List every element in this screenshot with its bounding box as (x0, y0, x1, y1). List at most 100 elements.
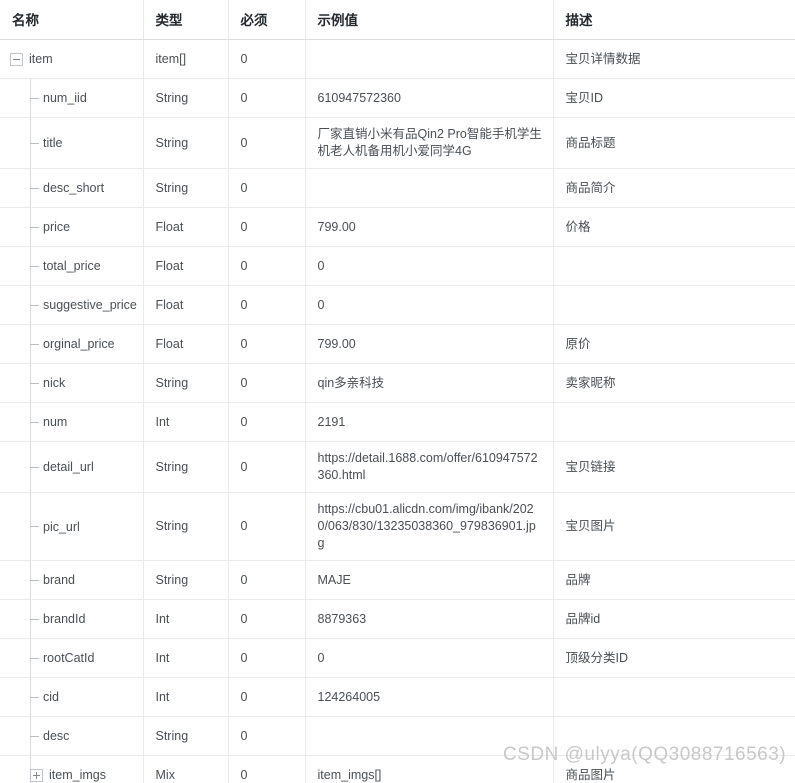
cell-description: 顶级分类ID (553, 638, 795, 678)
cell-example: 0 (305, 285, 554, 325)
cell-description-text: 品牌id (565, 611, 601, 626)
table-row[interactable]: orginal_price Float 0 799.00 原价 (0, 324, 795, 364)
cell-required: 0 (228, 39, 306, 79)
cell-description-text: 顶级分类ID (565, 650, 629, 665)
cell-required: 0 (228, 677, 306, 717)
cell-type-text: Float (155, 336, 184, 351)
cell-name: orginal_price (0, 324, 144, 364)
table-row[interactable]: brandId Int 0 8879363 品牌id (0, 599, 795, 639)
table-row[interactable]: price Float 0 799.00 价格 (0, 207, 795, 247)
cell-example-text: 799.00 (317, 336, 356, 351)
table-row[interactable]: rootCatId Int 0 0 顶级分类ID (0, 638, 795, 678)
cell-description-text: 商品简介 (565, 180, 616, 195)
cell-type-text: Int (155, 414, 170, 429)
cell-type: String (143, 441, 229, 493)
cell-required: 0 (228, 207, 306, 247)
table-row[interactable]: nick String 0 qin多亲科技 卖家昵称 (0, 363, 795, 403)
cell-description: 宝贝图片 (553, 492, 795, 561)
tree-branch-icon (30, 187, 39, 189)
table-row[interactable]: total_price Float 0 0 (0, 246, 795, 286)
tree-branch-icon (30, 382, 39, 384)
table-header: 名称 类型 必须 示例值 描述 (0, 0, 795, 40)
cell-required-text: 0 (240, 297, 248, 312)
cell-required-text: 0 (240, 650, 248, 665)
cell-example-text: 0 (317, 297, 325, 312)
cell-type: String (143, 560, 229, 600)
table-row[interactable]: suggestive_price Float 0 0 (0, 285, 795, 325)
table-row[interactable]: detail_url String 0 https://detail.1688.com… (0, 441, 795, 493)
cell-type-text: String (155, 375, 189, 390)
cell-required: 0 (228, 324, 306, 364)
cell-type: Int (143, 599, 229, 639)
table-row[interactable]: title String 0 厂家直销小米有品Qin2 Pro智能手机学生机老人机备用… (0, 117, 795, 169)
cell-example: 610947572360 (305, 78, 554, 118)
cell-description-text: 卖家昵称 (565, 375, 616, 390)
tree-branch-icon (30, 526, 39, 527)
cell-required-text: 0 (240, 180, 248, 195)
cell-required-text: 0 (240, 135, 248, 150)
table-row[interactable]: item_imgs Mix 0 item_imgs[] 商品图片 (0, 755, 795, 783)
cell-required: 0 (228, 285, 306, 325)
field-name-label: cid (43, 690, 59, 704)
table-row[interactable]: pic_url String 0 https://cbu01.alicdn.com/i… (0, 492, 795, 561)
cell-name: title (0, 117, 144, 169)
table-row[interactable]: brand String 0 MAJE 品牌 (0, 560, 795, 600)
expand-node-icon[interactable] (30, 768, 43, 782)
column-header-name: 名称 (0, 0, 144, 40)
cell-type: item[] (143, 39, 229, 79)
cell-example: 8879363 (305, 599, 554, 639)
cell-type-text: Int (155, 689, 170, 704)
collapse-node-icon[interactable] (10, 52, 23, 66)
cell-type: Mix (143, 755, 229, 783)
cell-name: cid (0, 677, 144, 717)
cell-example: MAJE (305, 560, 554, 600)
cell-description: 原价 (553, 324, 795, 364)
cell-description-text (554, 414, 795, 430)
cell-required-text: 0 (240, 258, 248, 273)
cell-example: https://detail.1688.com/offer/6109475723… (305, 441, 554, 493)
tree-branch-icon (30, 618, 39, 620)
field-name-label: suggestive_price (43, 298, 137, 312)
cell-type-text: String (155, 519, 189, 533)
api-parameter-table: 名称 类型 必须 示例值 描述 item item[] 0 宝贝详情数据 num_iid… (0, 0, 795, 783)
cell-required-text: 0 (240, 375, 248, 390)
cell-example-text: 0 (317, 650, 325, 665)
tree-branch-icon (30, 579, 39, 581)
cell-type-text: String (155, 459, 189, 474)
cell-required: 0 (228, 599, 306, 639)
field-name-label: brandId (43, 612, 86, 626)
cell-description-text: 宝贝链接 (565, 459, 616, 474)
cell-type: Float (143, 285, 229, 325)
cell-example-text: qin多亲科技 (317, 375, 385, 390)
table-row[interactable]: cid Int 0 124264005 (0, 677, 795, 717)
field-name-label: desc (43, 729, 70, 743)
cell-required-text: 0 (240, 572, 248, 587)
table-body: item item[] 0 宝贝详情数据 num_iid String 0 610947572… (0, 39, 795, 783)
table-row[interactable]: num_iid String 0 610947572360 宝贝ID (0, 78, 795, 118)
table-row[interactable]: item item[] 0 宝贝详情数据 (0, 39, 795, 79)
cell-description-text: 商品图片 (565, 767, 616, 782)
tree-branch-icon (30, 657, 39, 659)
cell-required: 0 (228, 492, 306, 561)
field-name-label: title (43, 136, 63, 150)
table-row[interactable]: desc_short String 0 商品简介 (0, 168, 795, 208)
cell-example: 2191 (305, 402, 554, 442)
table-row[interactable]: num Int 0 2191 (0, 402, 795, 442)
cell-description (553, 677, 795, 717)
cell-description-text: 商品标题 (565, 135, 616, 150)
table-row[interactable]: desc String 0 (0, 716, 795, 756)
cell-description: 品牌id (553, 599, 795, 639)
cell-description (553, 402, 795, 442)
cell-example: 0 (305, 638, 554, 678)
cell-required-text: 0 (240, 611, 248, 626)
cell-required: 0 (228, 638, 306, 678)
cell-description: 商品图片 (553, 755, 795, 783)
cell-example-text: 0 (317, 258, 325, 273)
cell-required-text: 0 (240, 728, 248, 743)
cell-required: 0 (228, 755, 306, 783)
cell-example: 799.00 (305, 324, 554, 364)
cell-required: 0 (228, 560, 306, 600)
cell-example-text: MAJE (317, 572, 351, 587)
field-name-label: price (43, 220, 71, 234)
cell-type: Float (143, 207, 229, 247)
